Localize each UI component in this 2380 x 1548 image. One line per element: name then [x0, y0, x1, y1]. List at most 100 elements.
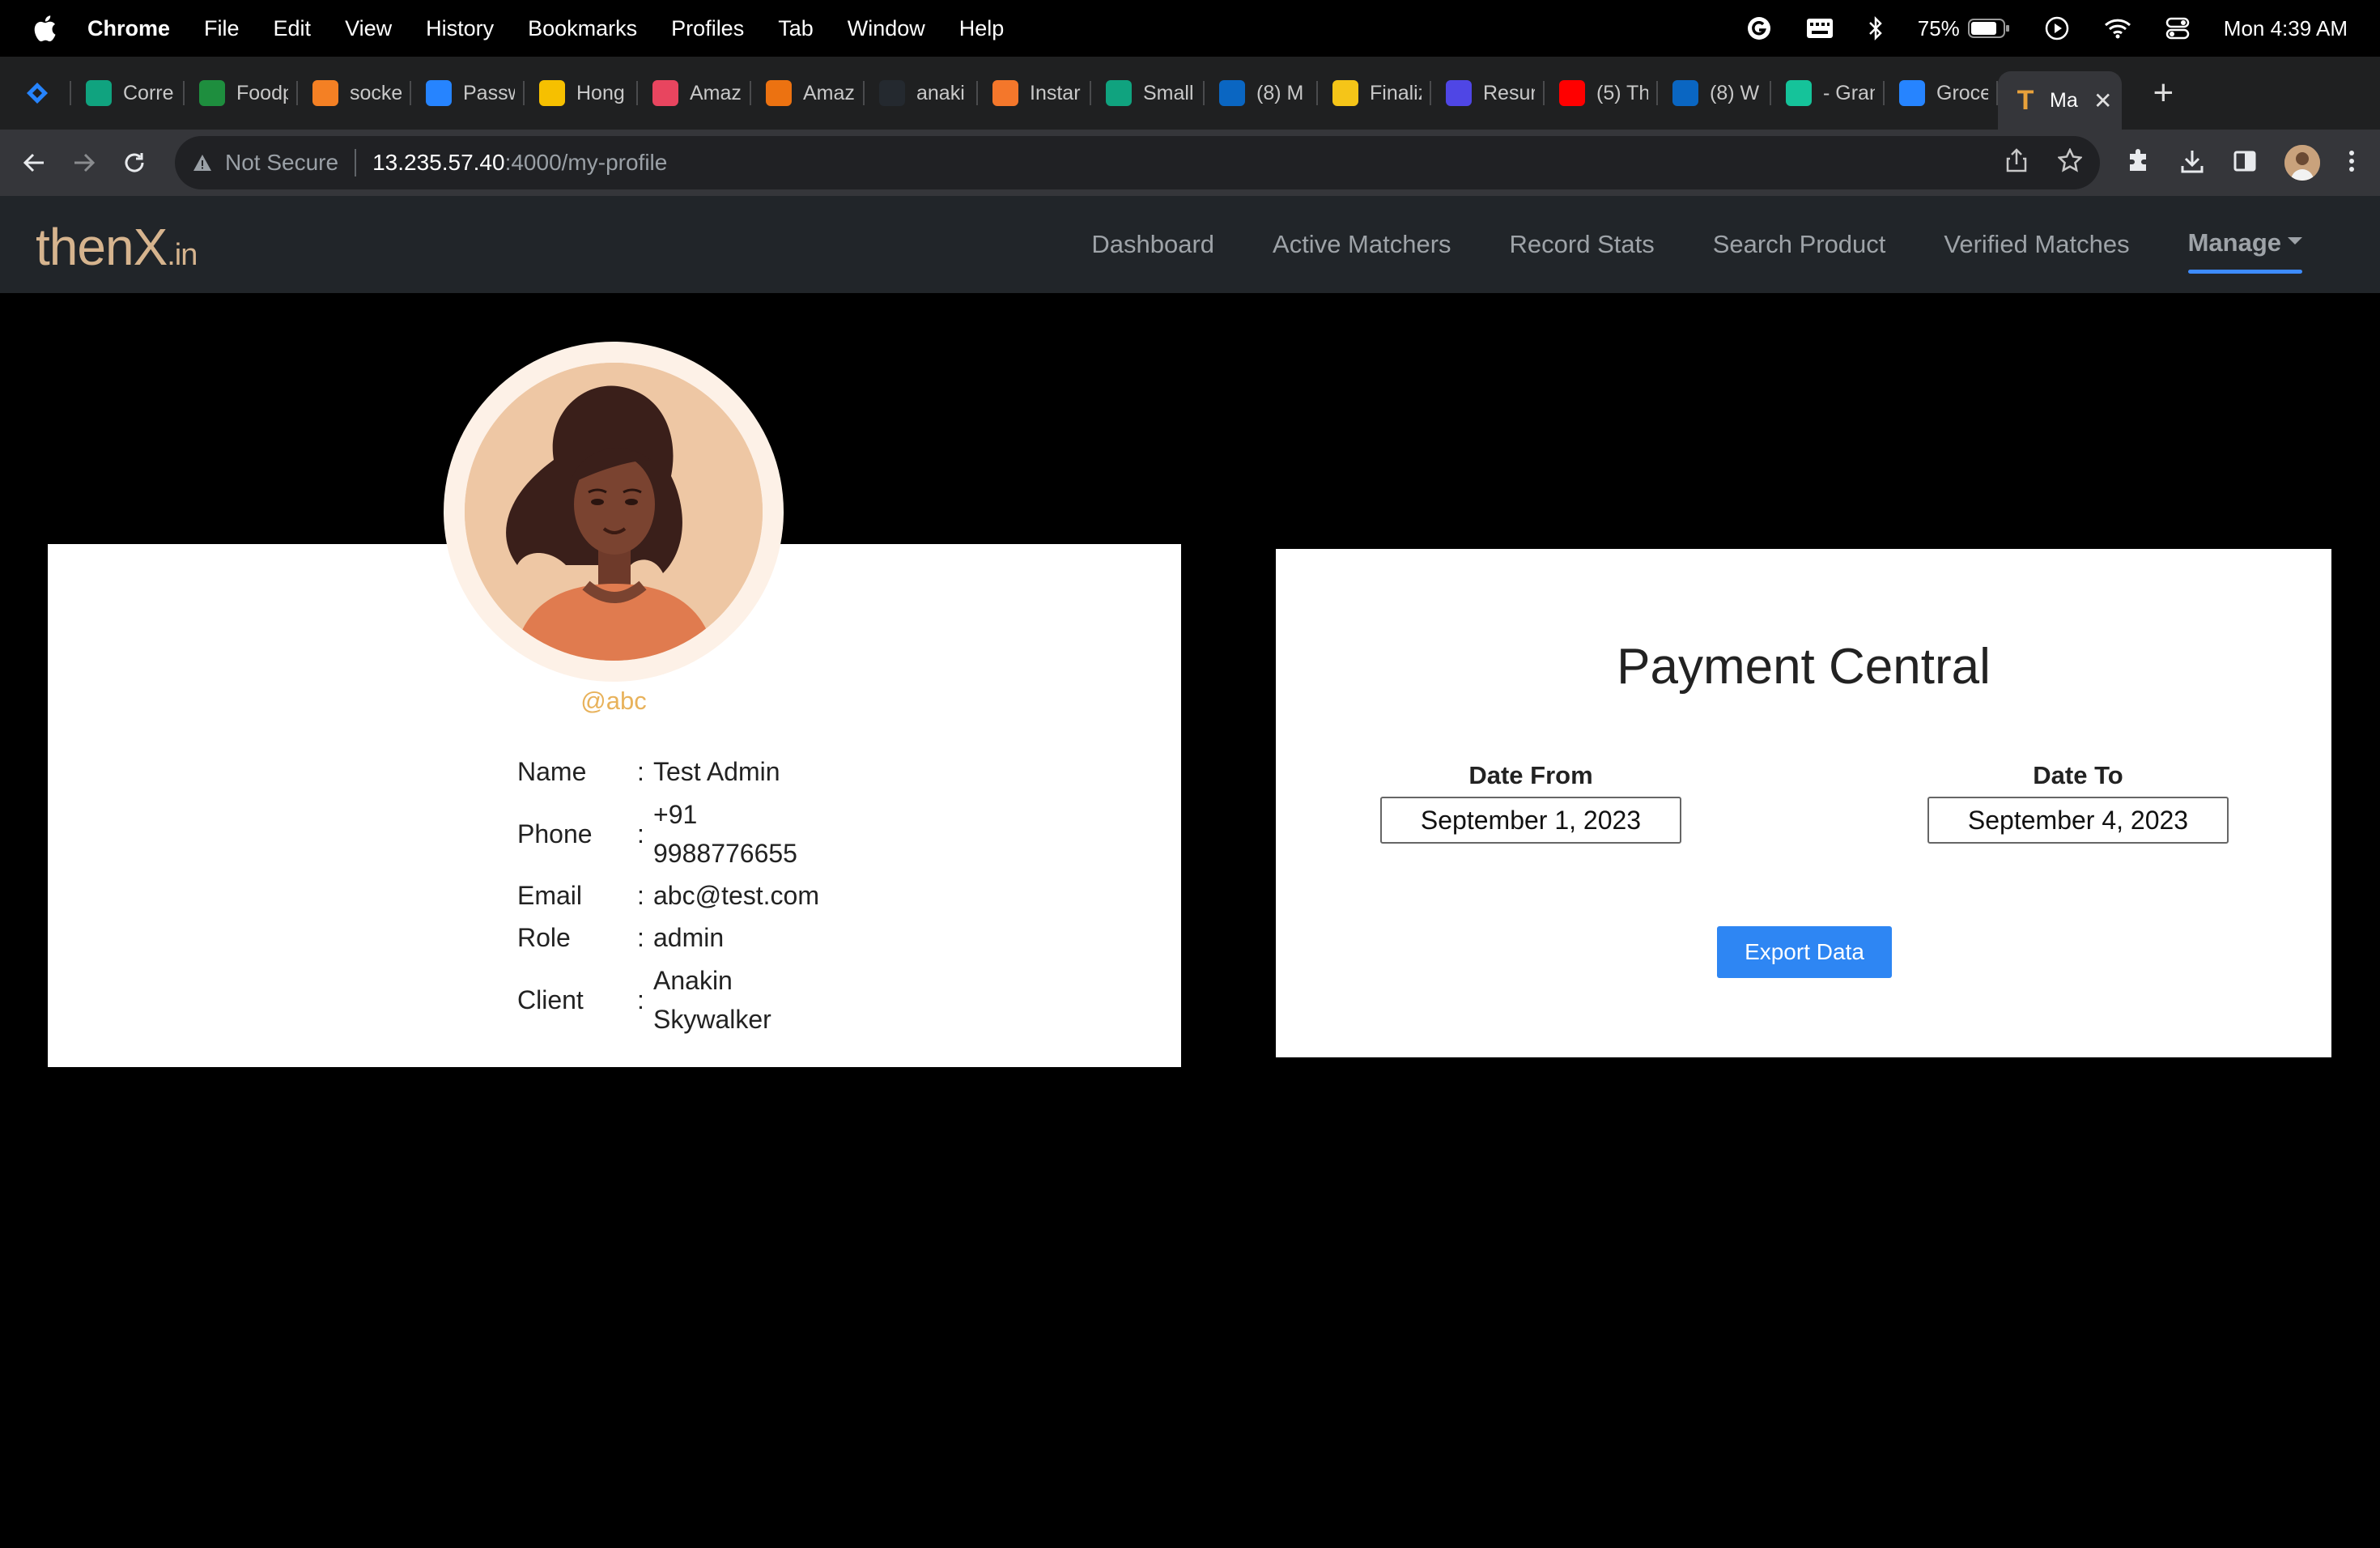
- macos-menu-bar: Chrome File Edit View History Bookmarks …: [0, 0, 2380, 57]
- new-tab-icon[interactable]: +: [2153, 73, 2174, 113]
- browser-tab[interactable]: Hong: [525, 66, 638, 120]
- bookmark-star-icon[interactable]: [2057, 147, 2083, 178]
- browser-tab[interactable]: Small: [1091, 66, 1205, 120]
- tab-title: socke: [350, 81, 402, 104]
- browser-tab[interactable]: Instar: [978, 66, 1091, 120]
- menu-profiles[interactable]: Profiles: [671, 16, 744, 41]
- security-status-label[interactable]: Not Secure: [225, 150, 338, 176]
- menu-help[interactable]: Help: [959, 16, 1005, 41]
- back-arrow-icon[interactable]: [18, 147, 50, 179]
- download-icon[interactable]: [2179, 148, 2205, 178]
- nav-manage-dropdown[interactable]: Manage: [2187, 228, 2303, 274]
- status-area: 75% Mon 4:39 AM: [1746, 0, 2348, 57]
- menu-file[interactable]: File: [204, 16, 240, 41]
- nav-search-product[interactable]: Search Product: [1713, 230, 1886, 259]
- info-label: Name: [517, 756, 587, 786]
- control-center-icon[interactable]: [2165, 16, 2190, 40]
- reload-icon[interactable]: [118, 147, 151, 179]
- menu-bookmarks[interactable]: Bookmarks: [528, 16, 637, 41]
- browser-tab[interactable]: Passw: [411, 66, 525, 120]
- logo-main: thenX: [36, 218, 168, 276]
- info-value: Anakin Skywalker: [653, 966, 771, 1034]
- battery-icon: [1967, 19, 2009, 38]
- side-panel-icon[interactable]: [2233, 149, 2257, 177]
- browser-tab-strip: Corre Foodp socke Passw Hong Amaz Amaz a…: [0, 57, 2380, 151]
- browser-tab[interactable]: - Gran: [1771, 66, 1885, 120]
- nav-record-stats[interactable]: Record Stats: [1510, 230, 1655, 259]
- tab-title: - Gran: [1823, 81, 1875, 104]
- profile-avatar[interactable]: [2284, 145, 2320, 181]
- menu-history[interactable]: History: [426, 16, 494, 41]
- extensions-puzzle-icon[interactable]: [2126, 148, 2152, 178]
- profile-username: @abc: [580, 687, 647, 715]
- info-label: Client: [517, 985, 584, 1014]
- menu-window[interactable]: Window: [848, 16, 925, 41]
- tab-favicon-icon: T: [2017, 84, 2034, 116]
- tab-favicon-icon: [1446, 80, 1472, 106]
- export-data-button[interactable]: Export Data: [1717, 926, 1892, 978]
- browser-tab[interactable]: Corre: [71, 66, 185, 120]
- payment-title: Payment Central: [1617, 639, 1991, 695]
- tab-favicon-icon: [24, 80, 50, 106]
- browser-tab[interactable]: Amaz: [638, 66, 751, 120]
- browser-tab[interactable]: Foodp: [185, 66, 298, 120]
- keyboard-icon[interactable]: [1806, 18, 1834, 39]
- tab-close-icon[interactable]: ✕: [2093, 87, 2112, 114]
- info-colon: :: [637, 922, 644, 952]
- share-icon[interactable]: [2006, 147, 2027, 178]
- tab-favicon-icon: [1219, 80, 1245, 106]
- info-value: admin: [653, 923, 725, 952]
- browser-tab[interactable]: Resur: [1431, 66, 1545, 120]
- url-host: 13.235.57.40: [372, 150, 505, 175]
- browser-tab[interactable]: anaki: [865, 66, 978, 120]
- info-colon: :: [637, 756, 644, 786]
- nav-dashboard[interactable]: Dashboard: [1091, 230, 1214, 259]
- address-separator: [355, 149, 357, 176]
- date-from-input[interactable]: [1380, 797, 1681, 844]
- more-menu-icon[interactable]: [2348, 149, 2356, 177]
- browser-tab[interactable]: Amaz: [751, 66, 865, 120]
- tab-title: Passw: [463, 81, 515, 104]
- info-colon: :: [637, 880, 644, 910]
- wifi-icon[interactable]: [2104, 18, 2131, 39]
- tab-title: (8) M: [1256, 81, 1304, 104]
- browser-tab[interactable]: [0, 66, 71, 120]
- browser-tab[interactable]: Finaliz: [1318, 66, 1431, 120]
- browser-tab[interactable]: Groce: [1885, 66, 1998, 120]
- tab-favicon-icon: [426, 80, 452, 106]
- info-row-phone: Phone : +91 9988776655: [517, 793, 831, 874]
- warning-triangle-icon[interactable]: [193, 154, 212, 172]
- forward-arrow-icon[interactable]: [68, 147, 100, 179]
- site-navbar: thenX.in Dashboard Active Matchers Recor…: [0, 196, 2380, 293]
- tab-favicon-icon: [879, 80, 905, 106]
- bluetooth-icon[interactable]: [1868, 15, 1884, 41]
- logo-suffix: .in: [167, 238, 198, 272]
- nav-verified-matches[interactable]: Verified Matches: [1944, 230, 2129, 259]
- address-bar[interactable]: Not Secure 13.235.57.40:4000/my-profile: [175, 136, 2100, 189]
- menu-edit[interactable]: Edit: [274, 16, 312, 41]
- browser-tab[interactable]: (8) W: [1658, 66, 1771, 120]
- menu-tab[interactable]: Tab: [778, 16, 814, 41]
- menu-app-name[interactable]: Chrome: [87, 16, 170, 41]
- now-playing-icon[interactable]: [2044, 15, 2070, 41]
- menu-clock[interactable]: Mon 4:39 AM: [2224, 16, 2348, 41]
- menu-view[interactable]: View: [345, 16, 392, 41]
- browser-tab[interactable]: socke: [298, 66, 411, 120]
- browser-tab-active[interactable]: T Ma ✕: [1998, 71, 2123, 130]
- date-from-field: Date From: [1380, 761, 1681, 844]
- info-value: abc@test.com: [653, 881, 819, 910]
- tab-favicon-icon: [1672, 80, 1698, 106]
- profile-avatar-frame: [444, 342, 784, 682]
- site-logo[interactable]: thenX.in: [36, 217, 198, 277]
- url-path: :4000/my-profile: [504, 150, 668, 175]
- browser-tab[interactable]: (8) M: [1205, 66, 1318, 120]
- apple-logo-icon[interactable]: [32, 15, 57, 42]
- grammarly-icon[interactable]: [1746, 15, 1772, 41]
- date-to-field: Date To: [1927, 761, 2229, 844]
- battery-indicator[interactable]: 75%: [1918, 16, 2010, 41]
- nav-active-matchers[interactable]: Active Matchers: [1273, 230, 1451, 259]
- tab-favicon-icon: [992, 80, 1018, 106]
- browser-tab[interactable]: (5) Th: [1545, 66, 1658, 120]
- tab-favicon-icon: [86, 80, 112, 106]
- date-to-input[interactable]: [1927, 797, 2229, 844]
